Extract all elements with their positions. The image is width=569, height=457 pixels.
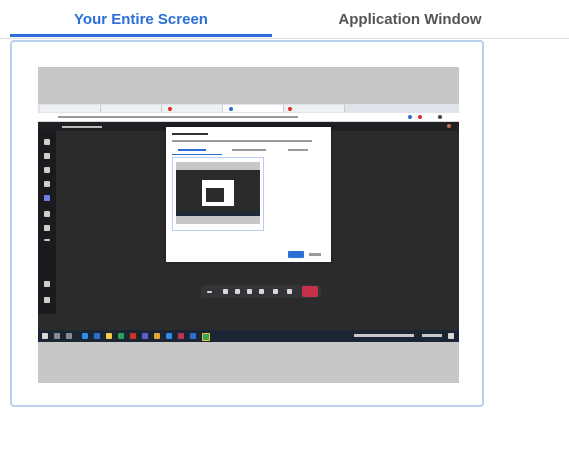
assignments-icon — [44, 181, 50, 187]
dialog-tab-label — [288, 149, 308, 151]
search-icon — [54, 333, 60, 339]
profile-icon — [438, 115, 442, 119]
more-icon — [44, 239, 50, 241]
browser-tab-strip — [38, 104, 459, 113]
browser-address-bar — [38, 113, 459, 122]
dialog-tab-label — [232, 149, 266, 151]
app-icon — [190, 333, 196, 339]
file-explorer-icon — [106, 333, 112, 339]
app-icon — [202, 333, 210, 341]
teams-icon — [44, 167, 50, 173]
notifications-icon — [448, 333, 454, 339]
tab-your-entire-screen[interactable]: Your Entire Screen — [10, 0, 272, 38]
mic-icon — [235, 289, 240, 294]
edge-icon — [82, 333, 88, 339]
chrome-icon — [130, 333, 136, 339]
share-dialog-preview — [166, 127, 331, 262]
meeting-controls-bar — [201, 285, 321, 298]
desktop-screenshot — [38, 104, 459, 342]
dialog-active-tab-indicator — [172, 154, 222, 155]
tab-favicon-icon — [288, 107, 292, 111]
share-source-tabs: Your Entire Screen Application Window — [0, 0, 569, 39]
browser-tab — [40, 105, 101, 112]
avatar — [447, 124, 451, 128]
activity-icon — [44, 139, 50, 145]
teams-left-rail — [38, 131, 56, 314]
tab-application-window[interactable]: Application Window — [280, 0, 540, 38]
calendar-icon — [44, 195, 50, 201]
browser-tab — [284, 105, 345, 112]
screen-preview-thumbnail — [38, 67, 459, 383]
calls-icon — [44, 211, 50, 217]
nested-taskbar — [176, 212, 260, 216]
hang-up-icon — [302, 286, 318, 297]
dialog-title — [172, 133, 208, 135]
clock-text — [422, 334, 442, 337]
nested-preview — [206, 188, 224, 202]
nested-desktop — [176, 170, 260, 216]
timer-text — [207, 291, 212, 293]
nested-dialog — [202, 180, 234, 206]
extension-icon — [418, 115, 422, 119]
files-icon — [44, 225, 50, 231]
raise-hand-icon — [273, 289, 278, 294]
active-tab-indicator — [10, 34, 272, 37]
dialog-cancel-button — [309, 253, 321, 256]
tab-favicon-icon — [168, 107, 172, 111]
app-icon — [166, 333, 172, 339]
apps-icon — [44, 281, 50, 287]
dialog-description — [172, 140, 312, 142]
store-icon — [118, 333, 124, 339]
url-text — [58, 116, 298, 118]
app-icon — [154, 333, 160, 339]
mail-icon — [94, 333, 100, 339]
share-icon — [247, 289, 252, 294]
help-icon — [44, 297, 50, 303]
screen-preview-card[interactable] — [10, 40, 484, 407]
browser-tab — [101, 105, 162, 112]
windows-taskbar — [38, 330, 459, 342]
camera-icon — [223, 289, 228, 294]
participants-icon — [287, 289, 292, 294]
nested-preview-thumbnail — [176, 162, 260, 224]
extension-icon — [408, 115, 412, 119]
system-tray — [354, 334, 414, 337]
app-icon — [178, 333, 184, 339]
nested-preview-card — [172, 157, 264, 231]
teams-icon — [142, 333, 148, 339]
task-view-icon — [66, 333, 72, 339]
teams-title — [62, 126, 102, 128]
dialog-share-button — [288, 251, 304, 258]
tab-favicon-icon — [229, 107, 233, 111]
dialog-tab-label — [178, 149, 206, 151]
start-icon — [42, 333, 48, 339]
more-actions-icon — [259, 289, 264, 294]
chat-icon — [44, 153, 50, 159]
